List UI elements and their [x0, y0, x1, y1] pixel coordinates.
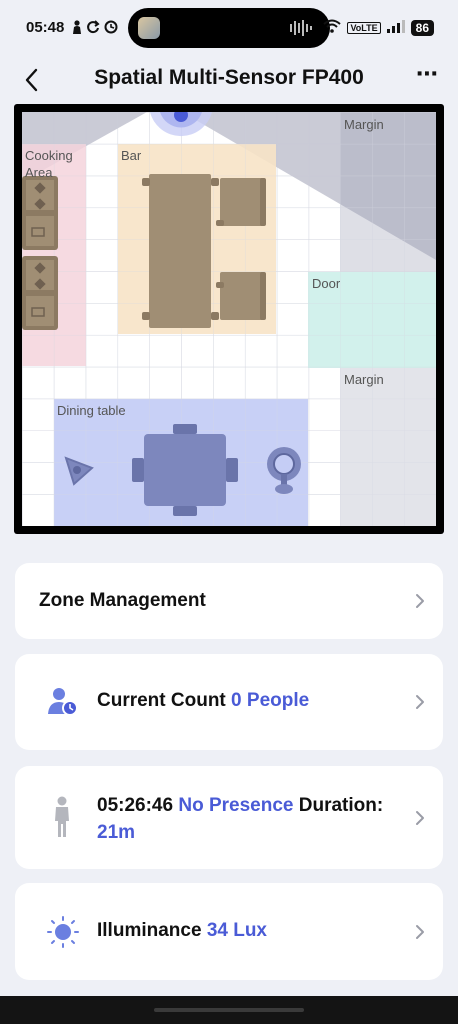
stove-furniture — [22, 176, 58, 250]
illuminance-card[interactable]: Illuminance 34 Lux — [15, 883, 443, 980]
illuminance-text: Illuminance 34 Lux — [97, 920, 267, 942]
person-icon — [72, 20, 82, 37]
bar-stool-bottom — [216, 272, 266, 320]
chevron-right-icon — [416, 594, 424, 608]
chevron-right-icon — [416, 695, 424, 709]
system-navigation-bar — [0, 996, 458, 1024]
current-count-card[interactable]: Current Count 0 People — [15, 654, 443, 750]
presence-card[interactable]: 05:26:46 No Presence Duration: 21m — [15, 766, 443, 869]
sink-furniture — [22, 256, 58, 330]
presence-duration-value: 21m — [97, 822, 136, 843]
chevron-right-icon — [416, 925, 424, 939]
presence-status: No Presence — [178, 795, 294, 816]
bar-zone-label: Bar — [121, 148, 142, 163]
bar-table-furniture — [142, 174, 219, 328]
margin-right-label: Margin — [344, 372, 384, 387]
status-icons — [72, 20, 118, 37]
bar-stool-top — [216, 178, 266, 226]
dining-zone-label: Dining table — [57, 403, 126, 418]
current-count-label: Current Count — [97, 690, 226, 711]
floor-map-canvas[interactable]: Cooking Area Bar Margin Door Margin Dinin… — [22, 112, 436, 526]
chevron-right-icon — [416, 811, 424, 825]
app-thumbnail-icon — [138, 17, 160, 39]
clock-sync-icon — [104, 20, 118, 37]
dining-table-furniture — [132, 424, 238, 516]
margin-top-label: Margin — [344, 117, 384, 132]
zone-management-card[interactable]: Zone Management — [15, 563, 443, 639]
illuminance-label: Illuminance — [97, 920, 202, 941]
floor-map[interactable]: Cooking Area Bar Margin Door Margin Dinin… — [14, 104, 444, 534]
status-time: 05:48 — [26, 19, 65, 36]
volte-badge: VoLTE — [347, 21, 381, 34]
presence-text: 05:26:46 No Presence Duration: 21m — [97, 792, 407, 846]
dynamic-island — [128, 8, 330, 48]
more-options-button[interactable]: ⋯ — [412, 61, 442, 92]
home-indicator[interactable] — [154, 1008, 304, 1012]
audio-wave-icon — [290, 20, 312, 36]
page-title: Spatial Multi-Sensor FP400 — [94, 66, 364, 89]
people-count-icon — [48, 688, 78, 716]
wifi-icon — [323, 19, 342, 36]
sync-icon — [86, 20, 100, 37]
door-zone-label: Door — [312, 276, 341, 291]
current-count-text: Current Count 0 People — [97, 690, 309, 712]
header: Spatial Multi-Sensor FP400 ⋯ — [0, 58, 458, 100]
illuminance-value: 34 Lux — [206, 920, 268, 941]
sun-icon — [47, 916, 79, 948]
battery-indicator: 86 — [410, 19, 434, 36]
presence-time: 05:26:46 — [97, 795, 174, 816]
zone-management-label: Zone Management — [39, 590, 206, 611]
current-count-value: 0 People — [231, 690, 310, 711]
status-bar: 05:48 VoLTE 86 — [0, 0, 458, 58]
person-standing-icon — [55, 796, 69, 837]
status-right: VoLTE 86 — [323, 19, 434, 36]
presence-duration-label: Duration: — [298, 795, 384, 816]
more-dots-icon: ⋯ — [416, 61, 438, 86]
signal-icon — [386, 19, 405, 36]
